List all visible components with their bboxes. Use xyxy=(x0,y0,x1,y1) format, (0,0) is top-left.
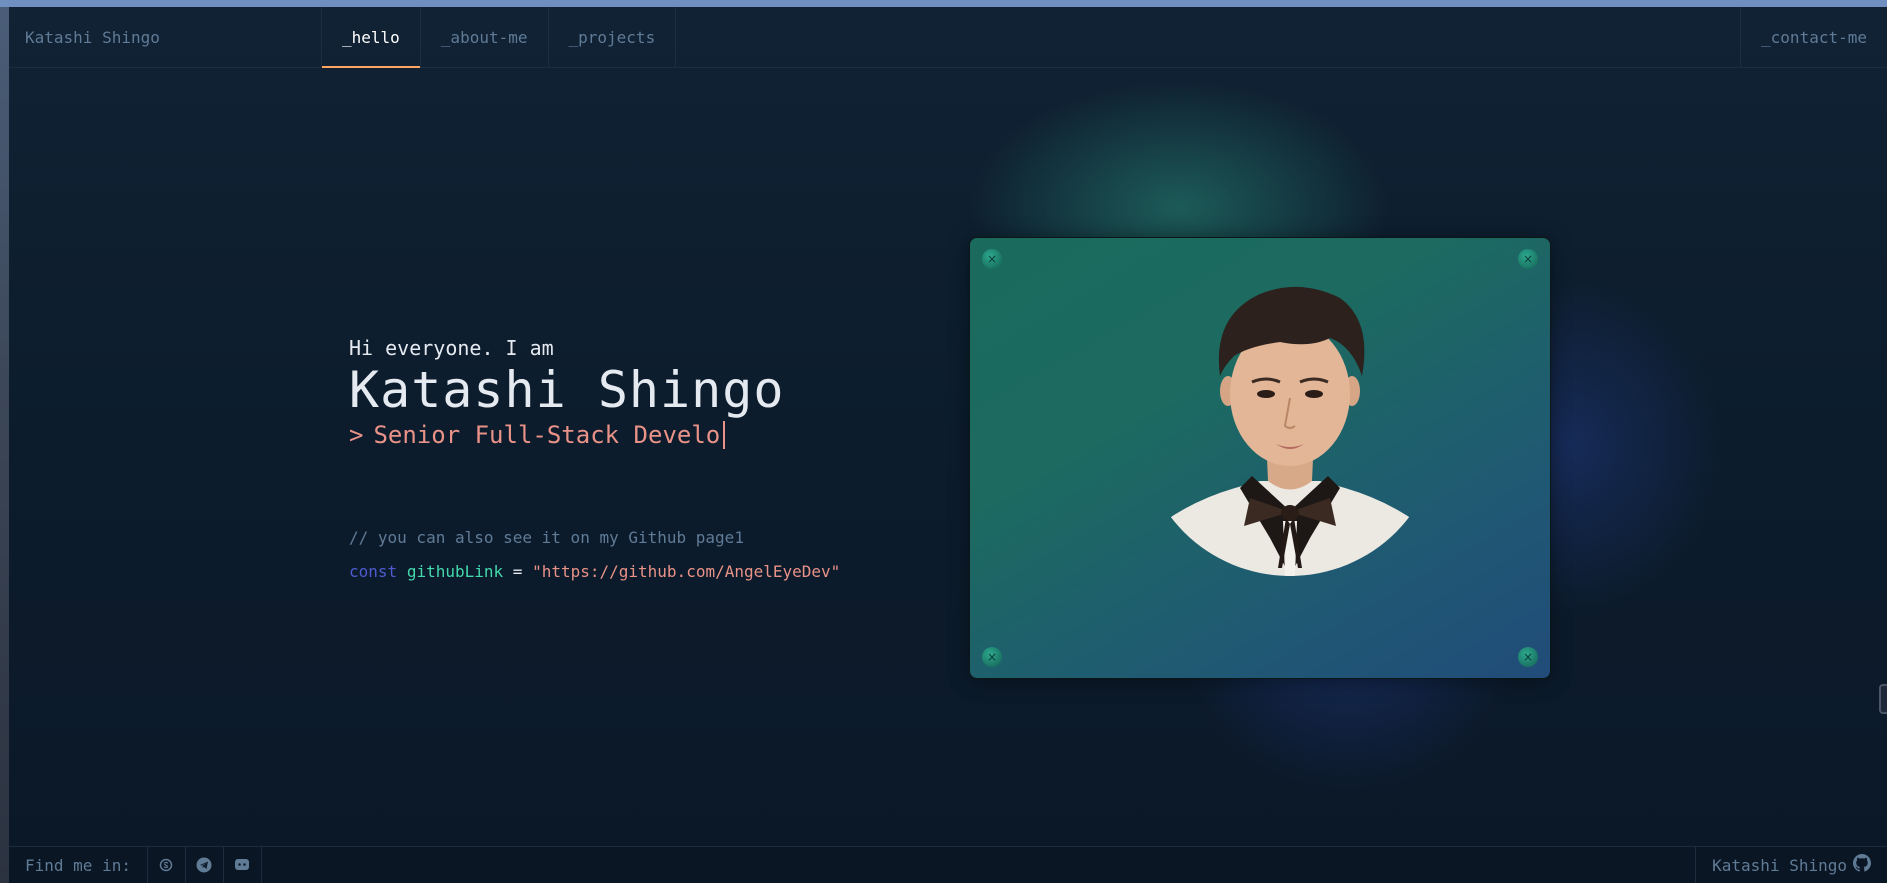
code-operator: = xyxy=(512,562,523,581)
greeting-text: Hi everyone. I am xyxy=(349,336,554,360)
tab-hello[interactable]: _hello xyxy=(322,7,421,68)
footer-username: Katashi Shingo xyxy=(1712,855,1847,875)
corner-bolt-icon: × xyxy=(982,647,1002,667)
github-code-snippet: // you can also see it on my Github page… xyxy=(349,528,840,582)
find-me-label: Find me in: xyxy=(9,847,148,883)
tab-about-me[interactable]: _about-me xyxy=(421,7,549,67)
hero-intro: Hi everyone. I am Katashi Shingo > Senio… xyxy=(349,336,784,450)
footer-bar: Find me in: Katashi Shingo xyxy=(9,846,1887,883)
code-variable: githubLink xyxy=(406,562,504,581)
corner-bolt-icon: × xyxy=(982,249,1002,269)
window-left-strip xyxy=(0,7,9,883)
telegram-icon[interactable] xyxy=(186,847,224,883)
code-comment: // you can also see it on my Github page… xyxy=(349,528,744,547)
corner-bolt-icon: × xyxy=(1518,647,1538,667)
typing-caret xyxy=(723,421,726,449)
window-top-strip xyxy=(0,0,1887,7)
github-icon xyxy=(1853,854,1871,876)
tab-projects[interactable]: _projects xyxy=(549,7,677,67)
prompt-arrow: > xyxy=(349,421,364,449)
github-link[interactable]: "https://github.com/AngelEyeDev" xyxy=(532,562,840,581)
side-drawer-handle[interactable] xyxy=(1879,684,1887,714)
site-brand: Katashi Shingo xyxy=(9,7,322,67)
top-nav: Katashi Shingo _hello _about-me _project… xyxy=(9,7,1887,68)
corner-bolt-icon: × xyxy=(1518,249,1538,269)
tab-contact-me[interactable]: _contact-me xyxy=(1740,7,1887,67)
discord-icon[interactable] xyxy=(224,847,262,883)
footer-github-link[interactable]: Katashi Shingo xyxy=(1695,847,1887,883)
profile-photo-card: × × × × xyxy=(969,237,1551,679)
role-text: Senior Full-Stack Develo xyxy=(373,421,721,449)
hero-name: Katashi Shingo xyxy=(349,361,785,419)
role-line: > Senior Full-Stack Develo xyxy=(349,420,784,450)
skype-icon[interactable] xyxy=(148,847,186,883)
portfolio-frame: Katashi Shingo _hello _about-me _project… xyxy=(9,7,1887,883)
code-keyword: const xyxy=(349,562,398,581)
footer-spacer xyxy=(262,847,1695,883)
profile-portrait xyxy=(1140,286,1440,576)
code-line: const githubLink = "https://github.com/A… xyxy=(349,562,840,582)
